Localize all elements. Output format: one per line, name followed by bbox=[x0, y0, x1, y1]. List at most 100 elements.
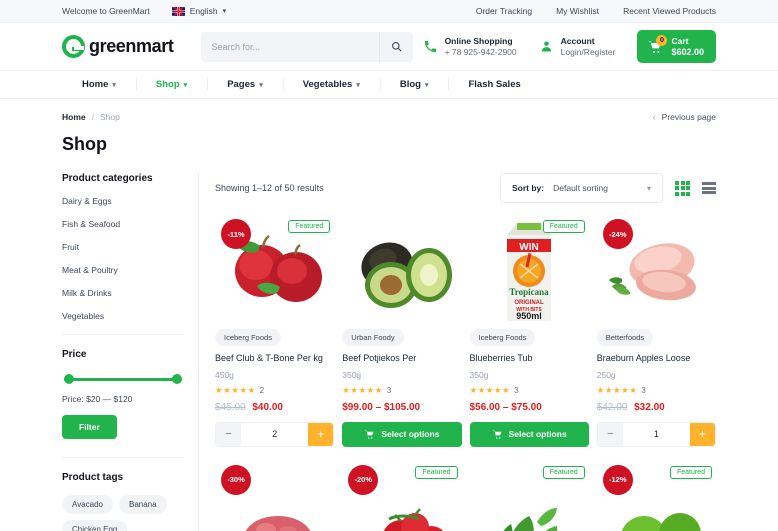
sidebar-item-dairy-eggs[interactable]: Dairy & Eggs bbox=[62, 196, 184, 206]
product-card[interactable]: -30% bbox=[215, 457, 334, 531]
old-price: $42.00 bbox=[596, 401, 628, 413]
tag-avacado[interactable]: Avacado bbox=[62, 495, 113, 514]
product-card[interactable]: Featured WIN Tropicana ORIGINAL WITH BIT… bbox=[469, 211, 589, 447]
nav-item-blog[interactable]: Blog ▾ bbox=[379, 71, 449, 98]
grid-view-icon[interactable] bbox=[675, 180, 690, 196]
product-brand: Urban Foody bbox=[342, 329, 404, 346]
product-image[interactable]: -24% bbox=[597, 215, 716, 327]
nav-item-flash-sales[interactable]: Flash Sales bbox=[448, 71, 540, 98]
top-bar-left: Welcome to GreenMart English ▾ bbox=[62, 6, 226, 16]
nav-item-shop[interactable]: Shop ▾ bbox=[135, 71, 207, 98]
shop-body: Product categories Dairy & Eggs Fish & S… bbox=[0, 155, 778, 531]
chevron-down-icon: ▾ bbox=[259, 81, 263, 89]
price-range: $99.00 – $105.00 bbox=[342, 401, 421, 413]
page-title: Shop bbox=[62, 134, 107, 154]
list-view-icon[interactable] bbox=[702, 182, 716, 194]
quantity-increase-button[interactable]: + bbox=[690, 422, 715, 446]
quantity-decrease-button[interactable]: − bbox=[597, 422, 623, 446]
product-card[interactable]: Urban Foody Beef Potjiekos Per 350g ★★★★… bbox=[342, 211, 462, 447]
quantity-value[interactable]: 2 bbox=[241, 422, 309, 446]
product-card[interactable]: -24% Betterfoods Braeburn Apples Loose 2… bbox=[596, 211, 716, 447]
select-options-button[interactable]: Select options bbox=[469, 421, 589, 447]
product-image[interactable] bbox=[342, 215, 461, 327]
product-brand: Iceberg Foods bbox=[215, 329, 281, 346]
cart-button[interactable]: 0 Cart $602.00 bbox=[637, 30, 716, 63]
cart-icon: 0 bbox=[647, 34, 668, 55]
product-card[interactable]: -20% Featured bbox=[342, 457, 461, 531]
recent-viewed-products-link[interactable]: Recent Viewed Products bbox=[623, 6, 716, 16]
featured-badge: Featured bbox=[415, 465, 458, 479]
product-image[interactable]: Featured WIN Tropicana ORIGINAL WITH BIT… bbox=[470, 215, 589, 327]
svg-text:950ml: 950ml bbox=[516, 311, 542, 321]
product-image[interactable]: -20% Featured bbox=[342, 461, 461, 531]
filter-button[interactable]: Filter bbox=[62, 415, 117, 439]
product-card[interactable]: Featured bbox=[470, 457, 589, 531]
sidebar-item-fish-seafood[interactable]: Fish & Seafood bbox=[62, 219, 184, 229]
featured-badge: Featured bbox=[542, 465, 585, 479]
product-price: $42.00 $32.00 bbox=[597, 402, 716, 413]
product-name[interactable]: Braeburn Apples Loose bbox=[597, 353, 716, 365]
quantity-stepper[interactable]: − 2 + bbox=[215, 421, 335, 447]
tag-chicken-egg[interactable]: Chicken Egg bbox=[62, 520, 128, 531]
price-range-slider[interactable] bbox=[64, 374, 182, 384]
quantity-increase-button[interactable]: + bbox=[308, 422, 334, 446]
discount-badge: -12% bbox=[602, 464, 633, 495]
sort-dropdown[interactable]: Sort by: Default sorting ▾ bbox=[500, 173, 663, 203]
product-image[interactable]: -11% Featured bbox=[215, 215, 334, 327]
language-selector[interactable]: English ▾ bbox=[171, 6, 226, 16]
phone-label: Online Shopping bbox=[444, 36, 513, 46]
previous-page-link[interactable]: ‹ Previous page bbox=[653, 112, 716, 122]
quantity-decrease-button[interactable]: − bbox=[216, 422, 241, 446]
breadcrumb: Home / Shop ‹ Previous page bbox=[0, 99, 778, 122]
nav-label: Home bbox=[82, 79, 109, 90]
order-tracking-link[interactable]: Order Tracking bbox=[476, 6, 532, 16]
product-image[interactable]: -12% Featured bbox=[597, 461, 716, 531]
phone-number: + 78 925-942-2900 bbox=[444, 47, 517, 57]
discount-badge: -24% bbox=[602, 219, 633, 249]
cart-label: Cart bbox=[671, 36, 689, 46]
sidebar-item-vegetables[interactable]: Vegetables bbox=[62, 311, 184, 321]
sidebar-item-fruit[interactable]: Fruit bbox=[62, 242, 184, 252]
nav-item-home[interactable]: Home ▾ bbox=[62, 71, 136, 98]
product-card[interactable]: -12% Featured bbox=[597, 457, 716, 531]
user-icon bbox=[539, 39, 554, 54]
logo[interactable]: greenmart bbox=[62, 35, 174, 58]
cart-icon bbox=[492, 430, 501, 439]
slider-handle-max[interactable] bbox=[172, 374, 182, 384]
breadcrumb-home[interactable]: Home bbox=[62, 112, 86, 122]
product-name[interactable]: Beef Club & T-Bone Per kg bbox=[215, 353, 334, 365]
new-price: $40.00 bbox=[252, 401, 283, 413]
nav-item-vegetables[interactable]: Vegetables ▾ bbox=[282, 71, 380, 98]
review-count: 3 bbox=[386, 385, 392, 395]
my-wishlist-link[interactable]: My Wishlist bbox=[556, 6, 599, 16]
product-image[interactable]: Featured bbox=[470, 461, 589, 531]
header-actions: Online Shopping + 78 925-942-2900 Accoun… bbox=[423, 30, 716, 63]
product-name[interactable]: Blueberries Tub bbox=[470, 353, 589, 365]
quantity-stepper[interactable]: − 1 + bbox=[596, 421, 716, 447]
discount-badge: -30% bbox=[221, 464, 251, 495]
welcome-text: Welcome to GreenMart bbox=[62, 6, 150, 16]
cart-count-badge: 0 bbox=[656, 34, 668, 46]
sidebar-item-meat-poultry[interactable]: Meat & Poultry bbox=[62, 265, 184, 275]
chevron-down-icon: ▾ bbox=[356, 81, 360, 89]
quantity-value[interactable]: 1 bbox=[622, 422, 690, 446]
tag-banana[interactable]: Banana bbox=[119, 495, 167, 514]
svg-text:ORIGINAL: ORIGINAL bbox=[514, 300, 544, 306]
results-count: Showing 1–12 of 50 results bbox=[215, 183, 324, 193]
shop-page: Welcome to GreenMart English ▾ Order Tra… bbox=[0, 0, 778, 531]
search-button[interactable] bbox=[379, 31, 413, 62]
chevron-down-icon: ▾ bbox=[424, 81, 429, 89]
product-card[interactable]: -11% Featured Iceberg Foods Beef Club & … bbox=[215, 211, 335, 447]
nav-item-pages[interactable]: Pages ▾ bbox=[207, 71, 283, 98]
product-tags-title: Product tags bbox=[62, 472, 124, 483]
product-name[interactable]: Beef Potjiekos Per bbox=[342, 353, 461, 365]
phone-block[interactable]: Online Shopping + 78 925-942-2900 bbox=[423, 36, 517, 57]
slider-handle-min[interactable] bbox=[64, 374, 74, 384]
new-price: $32.00 bbox=[634, 401, 665, 413]
select-options-button[interactable]: Select options bbox=[342, 421, 462, 447]
account-block[interactable]: Account Login/Register bbox=[539, 36, 615, 57]
search-input[interactable] bbox=[201, 41, 380, 52]
sidebar-item-milk-drinks[interactable]: Milk & Drinks bbox=[62, 288, 184, 298]
product-image[interactable]: -30% bbox=[215, 461, 334, 531]
listing-toolbar: Showing 1–12 of 50 results Sort by: Defa… bbox=[215, 173, 716, 203]
